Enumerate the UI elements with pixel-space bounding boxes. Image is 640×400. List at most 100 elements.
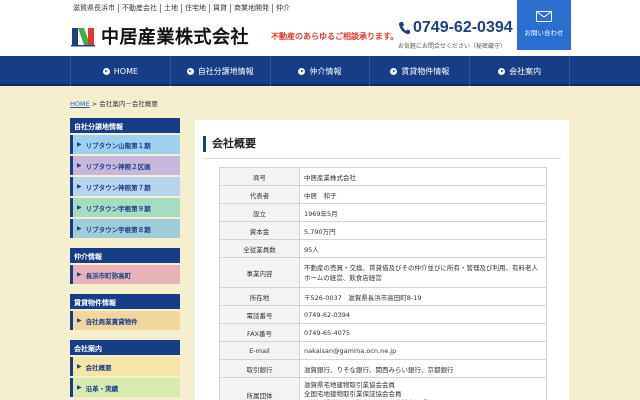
nav-label: 自社分譲地情報 — [197, 66, 254, 76]
chevron-right-icon: ▶ — [77, 271, 82, 278]
sidebar-item-label: 自社商業賃貸物件 — [85, 317, 138, 326]
phone-block[interactable]: 0749-62-0394 — [398, 19, 513, 37]
nav-label: HOME — [113, 66, 139, 76]
chevron-right-icon: ▶ — [77, 162, 82, 169]
table-row: 代表者 中居 和子 — [219, 185, 547, 204]
arrow-circle-icon — [102, 67, 110, 75]
table-row: 電話番号 0749-62-0394 — [219, 305, 547, 324]
chevron-right-icon: ▶ — [77, 141, 82, 148]
logo-mark-icon — [70, 25, 96, 47]
phone-note: お気軽にお問合せください（秘密厳守） — [398, 43, 507, 50]
row-value: 0749-62-0394 — [299, 305, 547, 324]
nav-company[interactable]: 会社案内 — [469, 56, 570, 86]
tag: 賃貸 — [210, 4, 231, 13]
nav-home[interactable]: HOME — [70, 56, 170, 86]
sidebar-heading: 会社案内 — [70, 340, 180, 355]
table-row: 取引銀行 滋賀銀行、りそな銀行、関西みらい銀行、京都銀行 — [219, 359, 547, 378]
row-value: 中居 和子 — [299, 185, 547, 204]
tag: 滋賀県長浜市 — [70, 4, 119, 13]
row-key: 資本金 — [219, 221, 300, 240]
row-value: 1969年5月 — [299, 203, 547, 222]
keyword-tags: 滋賀県長浜市 不動産会社 土地 住宅地 賃貸 商業地開発 仲介 — [70, 4, 293, 13]
table-row: 所在地 〒526-0037 滋賀県長浜市高田町8-19 — [219, 287, 547, 306]
tag: 土地 — [161, 4, 182, 13]
table-row: 事業内容 不動産の売買・交換、賃貸借及びその仲介並びに所有・管理及び利用、有料老人… — [219, 257, 547, 288]
row-key: 所在地 — [219, 287, 300, 306]
table-row: 商号 中居産業株式会社 — [219, 167, 547, 186]
sidebar-item-label: リブタウン宇根第９期 — [85, 204, 151, 213]
breadcrumb: HOME > 会社案内－会社概要 — [70, 98, 158, 108]
sidebar-item-label: 沿革・実績 — [85, 384, 119, 393]
mail-icon — [536, 11, 552, 22]
chevron-right-icon: ▶ — [77, 384, 82, 391]
sidebar-heading: 自社分譲地情報 — [70, 118, 180, 133]
sidebar-item[interactable]: ▶ 自社商業賃貸物件 — [70, 311, 180, 330]
main-content: 会社概要 商号 中居産業株式会社 代表者 中居 和子 設立 1969年5月 資本金 5,… — [195, 120, 569, 400]
sidebar-item[interactable]: ▶ 会社概要 — [70, 357, 180, 376]
sidebar: 自社分譲地情報 ▶ リブタウン山階第１期 ▶ リブタウン神照２区画 ▶ リブタウン神照… — [70, 118, 180, 399]
sidebar-item-label: 会社概要 — [85, 363, 112, 372]
row-value: 5,790万円 — [299, 221, 547, 240]
sidebar-item[interactable]: ▶ 沿革・実績 — [70, 378, 180, 397]
phone-icon — [399, 22, 410, 35]
sidebar-heading: 賃貸物件情報 — [70, 294, 180, 309]
row-key: 代表者 — [219, 185, 300, 204]
nav-brokerage[interactable]: 仲介情報 — [269, 56, 370, 86]
nav-label: 賃貸物件情報 — [401, 66, 450, 76]
row-value: 95人 — [299, 239, 547, 258]
row-value: 〒526-0037 滋賀県長浜市高田町8-19 — [299, 287, 547, 306]
row-value: 0749-65-4075 — [299, 323, 547, 342]
sidebar-item[interactable]: ▶ リブタウン神照第７期 — [70, 177, 180, 196]
sidebar-item-label: リブタウン山階第１期 — [85, 141, 151, 150]
company-name: 中居産業株式会社 — [101, 27, 249, 48]
nav-own-lots[interactable]: 自社分譲地情報 — [169, 56, 270, 86]
chevron-right-icon: ▶ — [77, 225, 82, 232]
breadcrumb-separator: > — [89, 100, 100, 108]
sidebar-item-label: リブタウン神照２区画 — [85, 162, 151, 171]
tag: 商業地開発 — [231, 4, 273, 13]
row-key: E-mail — [219, 341, 300, 360]
sidebar-item[interactable]: ▶ リブタウン神照２区画 — [70, 156, 180, 175]
nav-label: 会社案内 — [509, 66, 542, 76]
chevron-right-icon: ▶ — [77, 363, 82, 370]
row-key: 設立 — [219, 203, 300, 222]
divider — [203, 158, 561, 159]
company-logo[interactable]: 中居産業株式会社 — [70, 23, 249, 49]
breadcrumb-current: 会社案内－会社概要 — [99, 100, 158, 108]
chevron-right-icon: ▶ — [77, 204, 82, 211]
sidebar-item[interactable]: ▶ リブタウン山階第１期 — [70, 135, 180, 154]
row-value: 滋賀銀行、りそな銀行、関西みらい銀行、京都銀行 — [299, 359, 547, 378]
arrow-circle-icon — [186, 67, 194, 75]
row-key: 商号 — [219, 167, 300, 186]
tag: 不動産会社 — [119, 4, 161, 13]
table-row: 所属団体滋賀県宅地建物取引業協会会員 全国宅地建物取引業保証協会会員 （社）近畿… — [219, 377, 547, 400]
tag: 仲介 — [276, 4, 290, 12]
header: 滋賀県長浜市 不動産会社 土地 住宅地 賃貸 商業地開発 仲介 中居産業株式会社… — [0, 0, 640, 56]
sidebar-heading: 仲介情報 — [70, 248, 180, 263]
table-row: FAX番号 0749-65-4075 — [219, 323, 547, 342]
breadcrumb-home-link[interactable]: HOME — [70, 100, 90, 108]
company-info-table: 商号 中居産業株式会社 代表者 中居 和子 設立 1969年5月 資本金 5,790万円… — [219, 167, 547, 400]
main-nav: HOME 自社分譲地情報 仲介情報 賃貸物件情報 会社案内 — [0, 56, 640, 86]
nav-label: 仲介情報 — [309, 66, 342, 76]
row-key: FAX番号 — [219, 323, 300, 342]
row-key: 電話番号 — [219, 305, 300, 324]
sidebar-item[interactable]: ▶ リブタウン宇根第８期 — [70, 219, 180, 238]
row-key: 全従業員数 — [219, 239, 300, 258]
chevron-right-icon: ▶ — [77, 317, 82, 324]
contact-label: お問い合わせ — [524, 29, 564, 37]
table-row: 資本金 5,790万円 — [219, 221, 547, 240]
sidebar-item[interactable]: ▶ リブタウン宇根第９期 — [70, 198, 180, 217]
row-value: 中居産業株式会社 — [299, 167, 547, 186]
contact-button[interactable]: お問い合わせ — [517, 0, 571, 50]
chevron-right-icon: ▶ — [77, 183, 82, 190]
email-link[interactable]: nakaisan@gamma.ocn.ne.jp — [299, 341, 547, 360]
row-key: 事業内容 — [219, 257, 300, 288]
table-row: 設立 1969年5月 — [219, 203, 547, 222]
page-title: 会社概要 — [203, 136, 256, 152]
arrow-circle-icon — [498, 67, 506, 75]
nav-rentals[interactable]: 賃貸物件情報 — [369, 56, 469, 86]
sidebar-item[interactable]: ▶ 長浜市町弥高町 — [70, 265, 180, 284]
tagline: 不動産のあらゆるご相談承ります。 — [271, 32, 399, 41]
table-row: E-mail nakaisan@gamma.ocn.ne.jp — [219, 341, 547, 360]
